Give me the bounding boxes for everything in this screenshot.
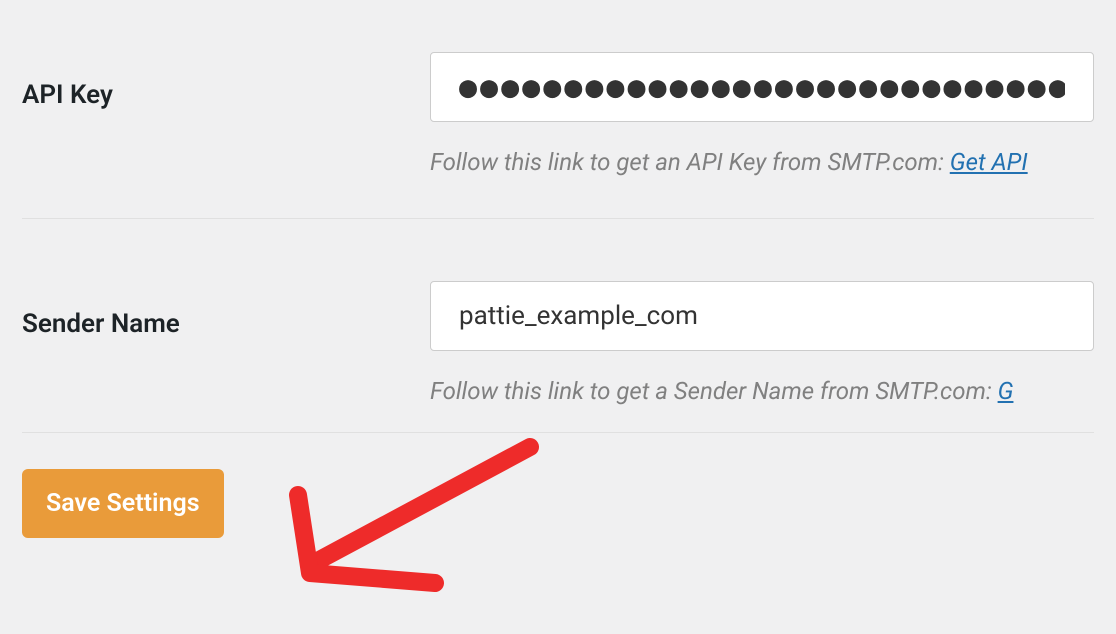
api-key-input[interactable] [430, 52, 1094, 122]
sender-name-label: Sender Name [22, 281, 430, 339]
api-key-help-text: Follow this link to get an API Key from … [430, 148, 950, 176]
sender-name-content: Follow this link to get a Sender Name fr… [430, 281, 1094, 409]
sender-name-help-text: Follow this link to get a Sender Name fr… [430, 377, 998, 405]
api-key-row: API Key Follow this link to get an API K… [22, 0, 1094, 218]
sender-name-input[interactable] [430, 281, 1094, 351]
sender-name-help-link[interactable]: G [998, 377, 1014, 405]
save-button[interactable]: Save Settings [22, 469, 224, 538]
sender-name-row: Sender Name Follow this link to get a Se… [22, 219, 1094, 433]
api-key-label: API Key [22, 52, 430, 110]
api-key-help: Follow this link to get an API Key from … [430, 146, 1094, 180]
api-key-content: Follow this link to get an API Key from … [430, 52, 1094, 180]
settings-form: API Key Follow this link to get an API K… [0, 0, 1116, 538]
sender-name-help: Follow this link to get a Sender Name fr… [430, 375, 1094, 409]
divider-2 [22, 432, 1094, 433]
api-key-help-link[interactable]: Get API [950, 148, 1028, 176]
